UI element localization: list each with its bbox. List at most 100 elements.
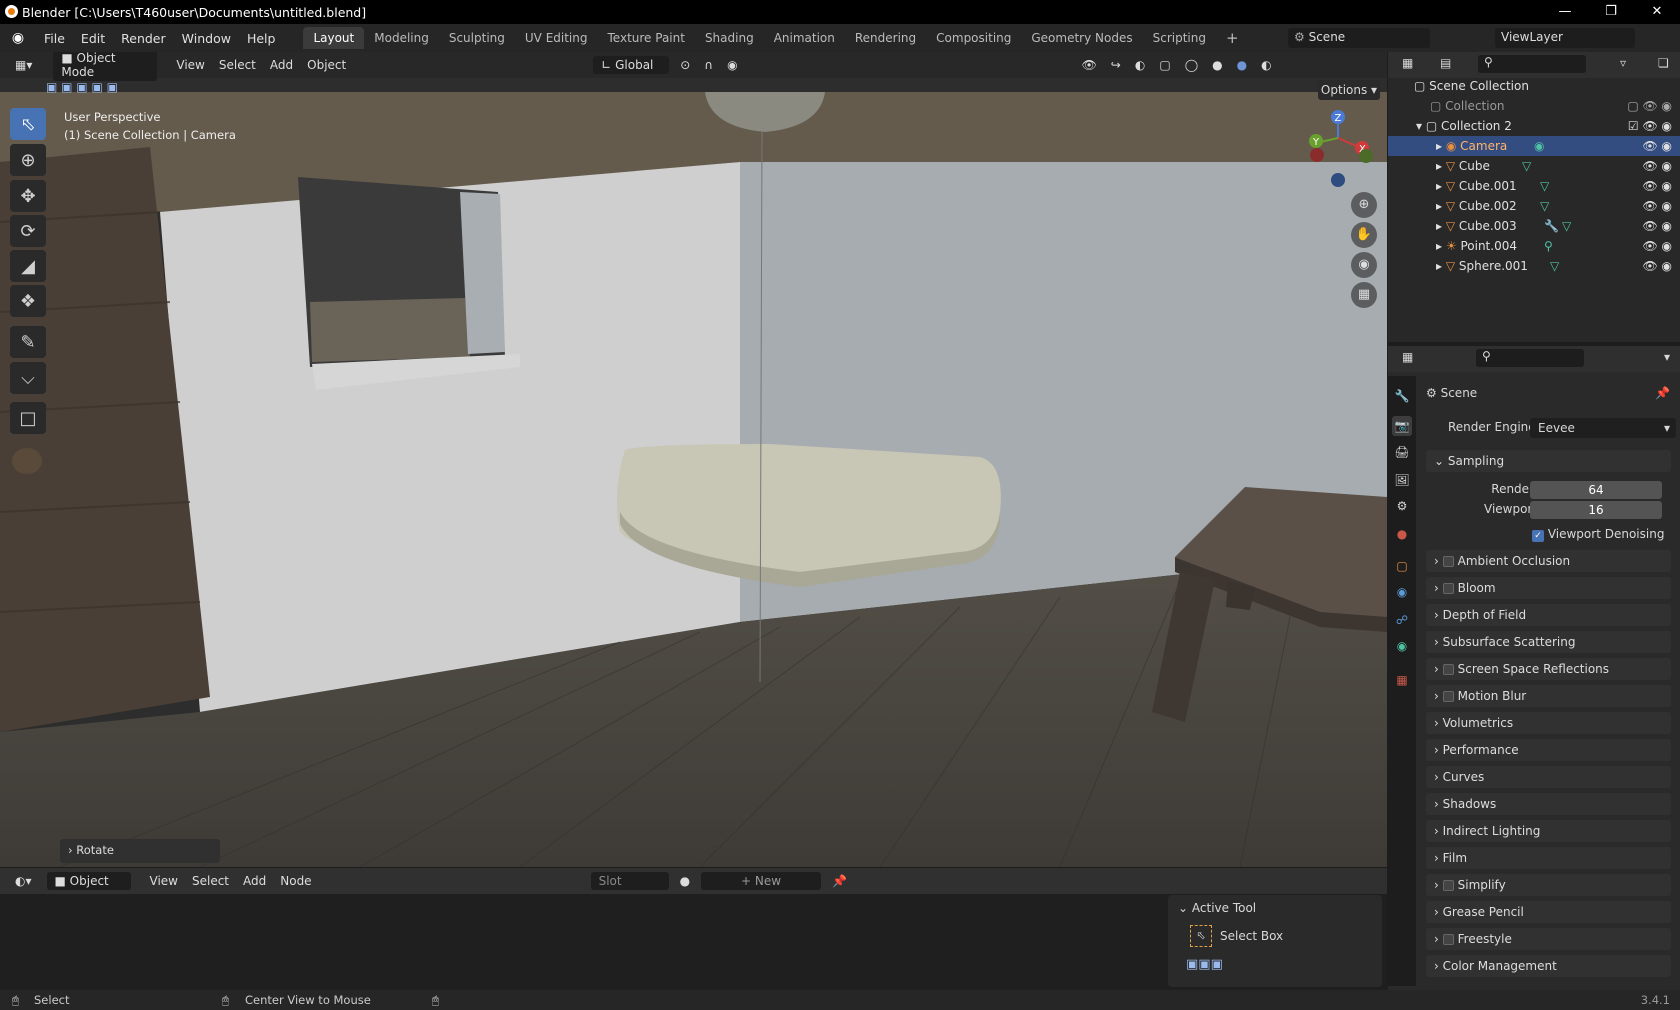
visibility-icon[interactable]: 👁 (1075, 56, 1104, 74)
tab-rendering[interactable]: Rendering (845, 27, 926, 49)
panel-simplify[interactable]: › Simplify (1426, 874, 1671, 896)
rendered-shading-icon[interactable]: ◐ (1254, 56, 1278, 74)
snap-icon[interactable]: ∩ (697, 56, 720, 74)
expand-arrow-icon[interactable]: ▸ (1436, 159, 1442, 173)
select-box-icon[interactable]: ⬁ (1190, 925, 1212, 947)
object-mode-selector[interactable]: ■ Object (46, 872, 131, 890)
outliner-item-cube-003[interactable]: ▸ ▽ Cube.003 🔧 ▽ 👁 ◉ (1388, 216, 1680, 236)
rotate-tool[interactable]: ⟳ (10, 215, 46, 247)
solid-shading-icon[interactable]: ● (1205, 56, 1229, 74)
scene-collection-row[interactable]: ▢ Scene Collection (1388, 76, 1680, 96)
row-visibility-icons[interactable]: 👁 ◉ (1642, 256, 1672, 276)
row-visibility-icons[interactable]: 👁 ◉ (1642, 156, 1672, 176)
panel-freestyle[interactable]: › Freestyle (1426, 928, 1671, 950)
scene-tab-icon[interactable]: ⚙ (1392, 496, 1412, 516)
outliner-item-cube[interactable]: ▸ ▽ Cube ▽ 👁 ◉ (1388, 156, 1680, 176)
options-button[interactable]: Options ▾ (1318, 80, 1380, 100)
properties-search[interactable]: ⚲ (1476, 349, 1584, 367)
editor-type-icon[interactable]: ▦▾ (8, 56, 39, 74)
pin-icon[interactable]: 📌 (825, 872, 854, 890)
expand-arrow-icon[interactable]: ▾ (1416, 119, 1422, 133)
render-samples-field[interactable]: 64 (1530, 481, 1662, 499)
filter-icon[interactable]: ▿ (1620, 56, 1626, 70)
annotate-tool[interactable]: ✎ (10, 326, 46, 358)
pan-hand-icon[interactable]: ✋ (1351, 222, 1377, 248)
view-layer-selector[interactable]: ViewLayer (1495, 28, 1635, 48)
viewport-denoising-checkbox[interactable]: ✓ Viewport Denoising (1532, 527, 1664, 542)
expand-arrow-icon[interactable]: ▸ (1436, 179, 1442, 193)
viewport-menu-add[interactable]: Add (263, 56, 300, 74)
scene-selector[interactable]: ⚙ Scene (1288, 28, 1430, 48)
menu-edit[interactable]: Edit (73, 31, 113, 46)
collection-row[interactable]: ▢ Collection ▢ 👁 ◉ (1388, 96, 1680, 116)
outliner-item-point-004[interactable]: ▸ ☀ Point.004 ⚲ 👁 ◉ (1388, 236, 1680, 256)
cursor-tool[interactable]: ⊕ (10, 144, 46, 176)
menu-render[interactable]: Render (113, 31, 174, 46)
row-visibility-icons[interactable]: 👁 ◉ (1642, 196, 1672, 216)
world-tab-icon[interactable]: ● (1392, 524, 1412, 544)
panel-enable-checkbox[interactable] (1442, 583, 1454, 594)
overlay-icon[interactable]: ◐ (1128, 56, 1152, 74)
panel-color-management[interactable]: › Color Management (1426, 955, 1671, 977)
proportional-edit-icon[interactable]: ◉ (720, 56, 744, 74)
node-menu-add[interactable]: Add (236, 872, 273, 890)
minimize-button[interactable]: — (1542, 0, 1588, 24)
pin-icon[interactable]: 📌 (1655, 386, 1670, 400)
menu-window[interactable]: Window (174, 31, 239, 46)
new-collection-icon[interactable]: ❏ (1658, 56, 1669, 70)
add-cube-tool[interactable]: □ (10, 402, 46, 434)
panel-enable-checkbox[interactable] (1442, 664, 1454, 675)
tab-modeling[interactable]: Modeling (364, 27, 439, 49)
chevron-down-icon[interactable]: ▾ (1664, 350, 1670, 364)
viewport-menu-object[interactable]: Object (300, 56, 353, 74)
xray-icon[interactable]: ▢ (1152, 56, 1177, 74)
viewport-samples-field[interactable]: 16 (1530, 501, 1662, 519)
output-tab-icon[interactable]: 🖨 (1392, 442, 1412, 462)
expand-arrow-icon[interactable]: ▸ (1436, 219, 1442, 233)
editor-type-icon[interactable]: ◐▾ (8, 872, 39, 890)
wireframe-shading-icon[interactable]: ◯ (1178, 56, 1205, 74)
panel-screen-space-reflections[interactable]: › Screen Space Reflections (1426, 658, 1671, 680)
measure-tool[interactable]: ⌵ (10, 362, 46, 394)
ortho-grid-icon[interactable]: ▦ (1351, 282, 1377, 308)
collection2-visibility-icons[interactable]: ☑ 👁 ◉ (1628, 116, 1672, 136)
blender-menu-icon[interactable]: ◉ (0, 30, 36, 46)
expand-arrow-icon[interactable]: ▸ (1436, 239, 1442, 253)
panel-grease-pencil[interactable]: › Grease Pencil (1426, 901, 1671, 923)
node-menu-node[interactable]: Node (273, 872, 318, 890)
transform-tool[interactable]: ❖ (10, 285, 46, 317)
properties-editor-icon[interactable]: ▦ (1402, 350, 1413, 364)
viewport-menu-select[interactable]: Select (212, 56, 263, 74)
expand-arrow-icon[interactable]: ▸ (1436, 139, 1442, 153)
tab-uv-editing[interactable]: UV Editing (515, 27, 598, 49)
close-button[interactable]: ✕ (1634, 0, 1680, 24)
render-tab-icon[interactable]: 📷 (1392, 416, 1412, 436)
node-menu-view[interactable]: View (143, 872, 185, 890)
panel-motion-blur[interactable]: › Motion Blur (1426, 685, 1671, 707)
display-mode-icon[interactable]: ▤ (1440, 56, 1451, 70)
camera-data-tab-icon[interactable]: ◉ (1392, 636, 1412, 656)
panel-shadows[interactable]: › Shadows (1426, 793, 1671, 815)
scale-tool[interactable]: ◢ (10, 250, 46, 282)
select-box-tool[interactable]: ⬁ (10, 108, 46, 140)
camera-view-icon[interactable]: ◉ (1351, 252, 1377, 278)
outliner-item-cube-001[interactable]: ▸ ▽ Cube.001 ▽ 👁 ◉ (1388, 176, 1680, 196)
active-tool-header[interactable]: ⌄ Active Tool (1178, 901, 1256, 915)
expand-arrow-icon[interactable]: ▸ (1436, 199, 1442, 213)
selection-mode-icons[interactable]: ▣ ▣ ▣ ▣ ▣ (46, 80, 118, 94)
maximize-button[interactable]: ❐ (1588, 0, 1634, 24)
panel-bloom[interactable]: › Bloom (1426, 577, 1671, 599)
object-tab-icon[interactable]: ▢ (1392, 556, 1412, 576)
tool-tab-icon[interactable]: 🔧 (1392, 386, 1412, 406)
row-visibility-icons[interactable]: 👁 ◉ (1642, 236, 1672, 256)
slot-selector[interactable]: Slot (590, 872, 669, 890)
row-visibility-icons[interactable]: 👁 ◉ (1642, 216, 1672, 236)
zoom-icon[interactable]: ⊕ (1351, 192, 1377, 218)
row-visibility-icons[interactable]: 👁 ◉ (1642, 176, 1672, 196)
outliner-item-cube-002[interactable]: ▸ ▽ Cube.002 ▽ 👁 ◉ (1388, 196, 1680, 216)
tab-animation[interactable]: Animation (764, 27, 845, 49)
navigation-gizmo[interactable]: Z X Y (1298, 108, 1378, 188)
render-engine-select[interactable]: Eevee ▾ (1530, 418, 1676, 438)
tab-compositing[interactable]: Compositing (926, 27, 1021, 49)
panel-subsurface-scattering[interactable]: › Subsurface Scattering (1426, 631, 1671, 653)
